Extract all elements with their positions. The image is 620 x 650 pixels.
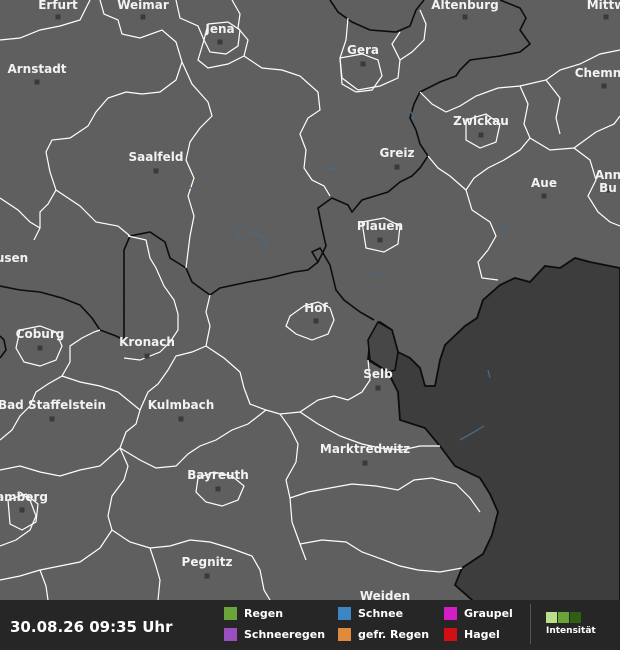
city-label-saalfeld: Saalfeld bbox=[128, 150, 183, 164]
legend-hagel: Hagel bbox=[444, 628, 500, 641]
city-marker-kulmbach bbox=[178, 416, 184, 422]
city-marker-plauen bbox=[377, 237, 383, 243]
city-label-badstaffelstein: Bad Staffelstein bbox=[0, 398, 106, 412]
city-marker-greiz bbox=[394, 164, 400, 170]
city-marker-arnstadt bbox=[34, 79, 40, 85]
legend-gefr-regen-label: gefr. Regen bbox=[358, 628, 430, 641]
intensity-scale: Intensität bbox=[546, 612, 596, 636]
city-marker-selb bbox=[375, 385, 381, 391]
city-marker-chemnitz bbox=[601, 83, 607, 89]
city-marker-gera bbox=[360, 61, 366, 67]
city-marker-aue bbox=[541, 193, 547, 199]
city-label-altenburg: Altenburg bbox=[431, 0, 498, 12]
city-label-chemnitz: Chemn bbox=[575, 66, 620, 80]
city-label-arnstadt: Arnstadt bbox=[7, 62, 66, 76]
city-marker-kronach bbox=[144, 353, 150, 359]
legend-regen-label: Regen bbox=[244, 607, 284, 620]
city-marker-marktredwitz bbox=[362, 460, 368, 466]
legend-regen: Regen bbox=[224, 607, 283, 620]
city-label-kulmbach: Kulmbach bbox=[148, 398, 215, 412]
legend-gefr-regen: gefr. Regen bbox=[338, 628, 429, 641]
city-label-buchholz: Bu bbox=[599, 181, 617, 195]
city-label-erfurt: Erfurt bbox=[38, 0, 78, 12]
city-label-annaberg: Ann bbox=[595, 168, 620, 182]
schnee-swatch bbox=[338, 607, 351, 620]
city-label-pegnitz: Pegnitz bbox=[182, 555, 233, 569]
legend-bar: 30.08.26 09:35 Uhr Regen Schneeregen Sch… bbox=[0, 600, 620, 650]
city-label-weimar: Weimar bbox=[117, 0, 169, 12]
city-marker-weimar bbox=[140, 14, 146, 20]
city-label-bamberg: amberg bbox=[0, 490, 48, 504]
city-label-plauen: Plauen bbox=[357, 219, 403, 233]
city-marker-mittweida bbox=[603, 14, 609, 20]
city-label-jena: Jena bbox=[204, 22, 234, 36]
intensity-low bbox=[546, 612, 557, 623]
city-marker-zwickau bbox=[478, 132, 484, 138]
regen-swatch bbox=[224, 607, 237, 620]
city-label-mittweida: Mittw bbox=[587, 0, 620, 12]
city-label-aue: Aue bbox=[531, 176, 557, 190]
legend-schneeregen-label: Schneeregen bbox=[244, 628, 326, 641]
city-marker-pegnitz bbox=[204, 573, 210, 579]
city-marker-saalfeld bbox=[153, 168, 159, 174]
city-label-zwickau: Zwickau bbox=[453, 114, 509, 128]
legend-graupel-label: Graupel bbox=[464, 607, 513, 620]
legend-schnee-label: Schnee bbox=[358, 607, 404, 620]
intensity-bars bbox=[546, 612, 596, 623]
legend-graupel: Graupel bbox=[444, 607, 513, 620]
city-label-hausen: usen bbox=[0, 251, 28, 265]
city-marker-coburg bbox=[37, 345, 43, 351]
city-label-coburg: Coburg bbox=[16, 327, 65, 341]
intensity-high bbox=[570, 612, 581, 623]
city-marker-altenburg bbox=[462, 14, 468, 20]
city-label-bayreuth: Bayreuth bbox=[187, 468, 249, 482]
city-marker-badstaffelstein bbox=[49, 416, 55, 422]
schneeregen-swatch bbox=[224, 628, 237, 641]
graupel-swatch bbox=[444, 607, 457, 620]
legend-divider bbox=[530, 604, 531, 644]
legend-schnee: Schnee bbox=[338, 607, 403, 620]
radar-map[interactable]: Erfurt Weimar Jena Altenburg Mittw Arnstadt Ge… bbox=[0, 0, 620, 650]
city-marker-erfurt bbox=[55, 14, 61, 20]
city-label-gera: Gera bbox=[347, 43, 379, 57]
city-label-hof: Hof bbox=[304, 301, 328, 315]
hagel-swatch bbox=[444, 628, 457, 641]
intensity-mid bbox=[558, 612, 569, 623]
city-label-marktredwitz: Marktredwitz bbox=[320, 442, 410, 456]
city-marker-bamberg bbox=[19, 507, 25, 513]
city-label-kronach: Kronach bbox=[119, 335, 175, 349]
legend-hagel-label: Hagel bbox=[464, 628, 500, 641]
city-marker-bayreuth bbox=[215, 486, 221, 492]
city-marker-hof bbox=[313, 318, 319, 324]
legend-schneeregen: Schneeregen bbox=[224, 628, 325, 641]
intensity-label: Intensität bbox=[546, 626, 596, 636]
city-marker-jena bbox=[217, 39, 223, 45]
timestamp: 30.08.26 09:35 Uhr bbox=[10, 618, 173, 636]
city-label-selb: Selb bbox=[363, 367, 393, 381]
city-label-greiz: Greiz bbox=[379, 146, 414, 160]
gefr-regen-swatch bbox=[338, 628, 351, 641]
